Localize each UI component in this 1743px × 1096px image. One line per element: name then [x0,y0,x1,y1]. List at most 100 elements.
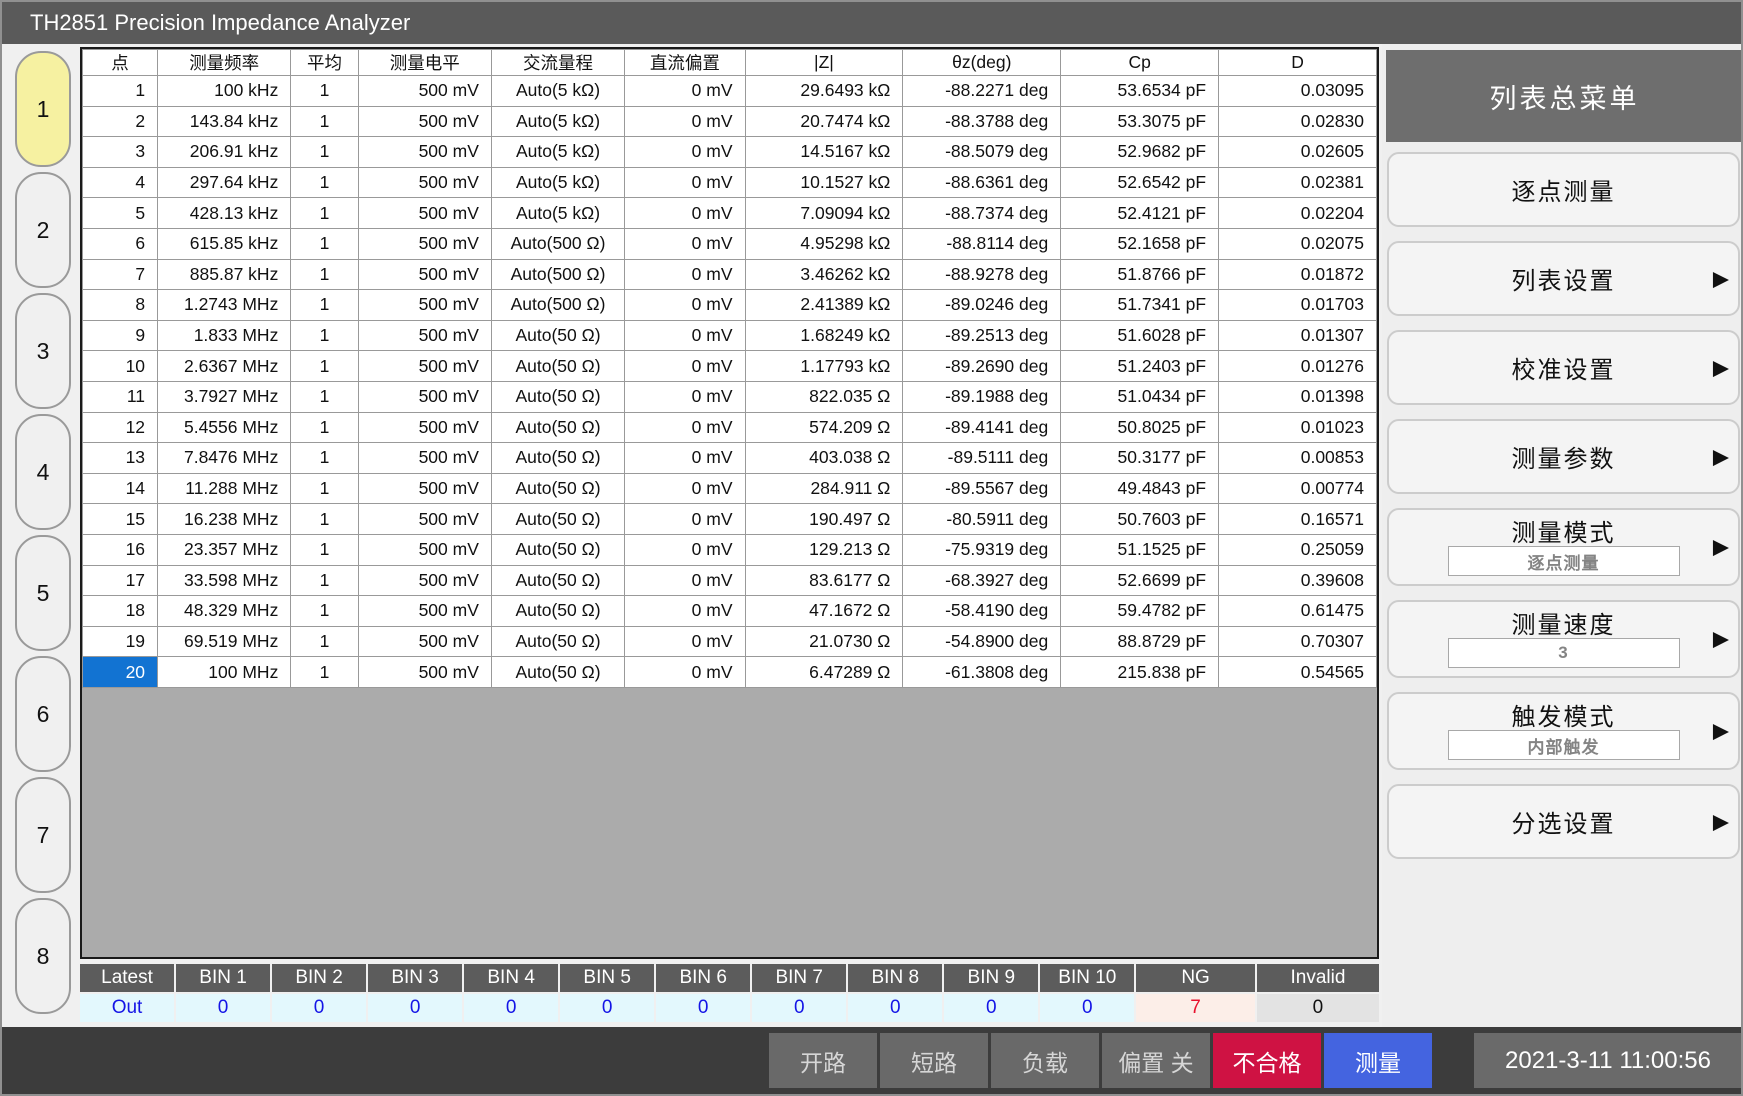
measure-speed-button[interactable]: 测量速度3▶ [1387,600,1740,678]
value-cell: 500 mV [358,137,491,168]
point-cell: 2 [83,106,158,137]
table-row[interactable]: 113.7927 MHz1500 mVAuto(50 Ω)0 mV822.035… [83,381,1377,412]
measure-mode-button[interactable]: 测量模式逐点测量▶ [1387,508,1740,586]
value-cell: 500 mV [358,259,491,290]
table-row[interactable]: 1969.519 MHz1500 mVAuto(50 Ω)0 mV21.0730… [83,626,1377,657]
column-header: 点 [83,50,158,76]
short-circuit-button[interactable]: 短路 [880,1033,988,1088]
page-tab-7[interactable]: 7 [15,777,71,893]
table-row[interactable]: 102.6367 MHz1500 mVAuto(50 Ω)0 mV1.17793… [83,351,1377,382]
value-cell: 428.13 kHz [158,198,291,229]
value-cell: 500 mV [358,412,491,443]
table-row[interactable]: 1516.238 MHz1500 mVAuto(50 Ω)0 mV190.497… [83,504,1377,535]
table-row[interactable]: 4297.64 kHz1500 mVAuto(5 kΩ)0 mV10.1527 … [83,167,1377,198]
menu-button-label: 列表设置 [1512,261,1616,296]
calibration-setup-button[interactable]: 校准设置▶ [1387,330,1740,405]
table-row[interactable]: 137.8476 MHz1500 mVAuto(50 Ω)0 mV403.038… [83,443,1377,474]
open-circuit-button[interactable]: 开路 [769,1033,877,1088]
value-cell: 7.09094 kΩ [745,198,903,229]
value-cell: -88.8114 deg [903,228,1061,259]
bias-toggle-button[interactable]: 偏置 关 [1102,1033,1210,1088]
page-tab-4[interactable]: 4 [15,414,71,530]
page-tab-5[interactable]: 5 [15,535,71,651]
table-row[interactable]: 2143.84 kHz1500 mVAuto(5 kΩ)0 mV20.7474 … [83,106,1377,137]
bin-value-cell: 0 [1040,994,1134,1022]
value-cell: 100 MHz [158,657,291,688]
value-cell: -89.0246 deg [903,290,1061,321]
load-button[interactable]: 负载 [991,1033,1099,1088]
table-row[interactable]: 3206.91 kHz1500 mVAuto(5 kΩ)0 mV14.5167 … [83,137,1377,168]
table-row[interactable]: 5428.13 kHz1500 mVAuto(5 kΩ)0 mV7.09094 … [83,198,1377,229]
fail-indicator[interactable]: 不合格 [1213,1033,1321,1088]
table-row[interactable]: 6615.85 kHz1500 mVAuto(500 Ω)0 mV4.95298… [83,228,1377,259]
table-header-row: 点测量频率平均测量电平交流量程直流偏置|Z|θz(deg)CpD [83,50,1377,76]
trigger-mode-button[interactable]: 触发模式内部触发▶ [1387,692,1740,770]
value-cell: 1 [291,534,358,565]
value-cell: Auto(5 kΩ) [491,76,624,107]
table-row[interactable]: 1623.357 MHz1500 mVAuto(50 Ω)0 mV129.213… [83,534,1377,565]
table-row[interactable]: 1848.329 MHz1500 mVAuto(50 Ω)0 mV47.1672… [83,596,1377,627]
value-cell: 215.838 pF [1061,657,1219,688]
sorting-setup-button[interactable]: 分选设置▶ [1387,784,1740,859]
value-cell: Auto(50 Ω) [491,657,624,688]
point-cell: 13 [83,443,158,474]
table-row[interactable]: 125.4556 MHz1500 mVAuto(50 Ω)0 mV574.209… [83,412,1377,443]
page-tab-6[interactable]: 6 [15,656,71,772]
column-header: 直流偏置 [625,50,745,76]
value-cell: 500 mV [358,534,491,565]
point-cell: 16 [83,534,158,565]
point-measure-button[interactable]: 逐点测量 [1387,152,1740,227]
measure-indicator[interactable]: 测量 [1324,1033,1432,1088]
table-row[interactable]: 20100 MHz1500 mVAuto(50 Ω)0 mV6.47289 Ω-… [83,657,1377,688]
point-cell: 17 [83,565,158,596]
table-row[interactable]: 7885.87 kHz1500 mVAuto(500 Ω)0 mV3.46262… [83,259,1377,290]
value-cell: 0.01398 [1219,381,1377,412]
value-cell: 1 [291,443,358,474]
sidebar-menu: 列表总菜单 逐点测量列表设置▶ 校准设置▶ 测量参数▶ 测量模式逐点测量▶ 测量速度3▶… [1382,44,1743,1027]
bin-value-cell: 0 [656,994,750,1022]
list-setup-button[interactable]: 列表设置▶ [1387,241,1740,316]
value-cell: Auto(50 Ω) [491,412,624,443]
page-tab-3[interactable]: 3 [15,293,71,409]
value-cell: -89.5111 deg [903,443,1061,474]
point-cell: 4 [83,167,158,198]
table-row[interactable]: 91.833 MHz1500 mVAuto(50 Ω)0 mV1.68249 k… [83,320,1377,351]
value-cell: 0 mV [625,443,745,474]
value-cell: 0 mV [625,565,745,596]
value-cell: 500 mV [358,504,491,535]
value-cell: 0.01703 [1219,290,1377,321]
column-header: 平均 [291,50,358,76]
bin-header-cell: Latest [80,964,174,992]
value-cell: 0.00853 [1219,443,1377,474]
sidebar-title: 列表总菜单 [1386,50,1743,142]
value-cell: 51.7341 pF [1061,290,1219,321]
table-row[interactable]: 1411.288 MHz1500 mVAuto(50 Ω)0 mV284.911… [83,473,1377,504]
page-tab-8[interactable]: 8 [15,898,71,1014]
table-row[interactable]: 1733.598 MHz1500 mVAuto(50 Ω)0 mV83.6177… [83,565,1377,596]
bin-value-cell: 0 [176,994,270,1022]
bin-bar: LatestBIN 1BIN 2BIN 3BIN 4BIN 5BIN 6BIN … [80,964,1379,1022]
value-cell: -88.6361 deg [903,167,1061,198]
bin-header-cell: BIN 8 [848,964,942,992]
value-cell: Auto(50 Ω) [491,504,624,535]
bin-value-cell: 0 [848,994,942,1022]
page-tab-2[interactable]: 2 [15,172,71,288]
value-cell: 297.64 kHz [158,167,291,198]
table-row[interactable]: 1100 kHz1500 mVAuto(5 kΩ)0 mV29.6493 kΩ-… [83,76,1377,107]
value-cell: Auto(500 Ω) [491,228,624,259]
bin-header-cell: BIN 4 [464,964,558,992]
page-tab-1[interactable]: 1 [15,51,71,167]
menu-button-label: 测量速度 [1512,605,1616,640]
measure-params-button[interactable]: 测量参数▶ [1387,419,1740,494]
value-cell: 0.54565 [1219,657,1377,688]
status-buttons: 开路短路负载偏置 关不合格测量 [769,1033,1432,1088]
bin-value-cell: 0 [272,994,366,1022]
bin-value-cell: 0 [1257,994,1379,1022]
value-cell: 51.8766 pF [1061,259,1219,290]
value-cell: 10.1527 kΩ [745,167,903,198]
table-row[interactable]: 81.2743 MHz1500 mVAuto(500 Ω)0 mV2.41389… [83,290,1377,321]
value-cell: 52.6699 pF [1061,565,1219,596]
point-cell: 19 [83,626,158,657]
value-cell: 20.7474 kΩ [745,106,903,137]
point-cell: 12 [83,412,158,443]
